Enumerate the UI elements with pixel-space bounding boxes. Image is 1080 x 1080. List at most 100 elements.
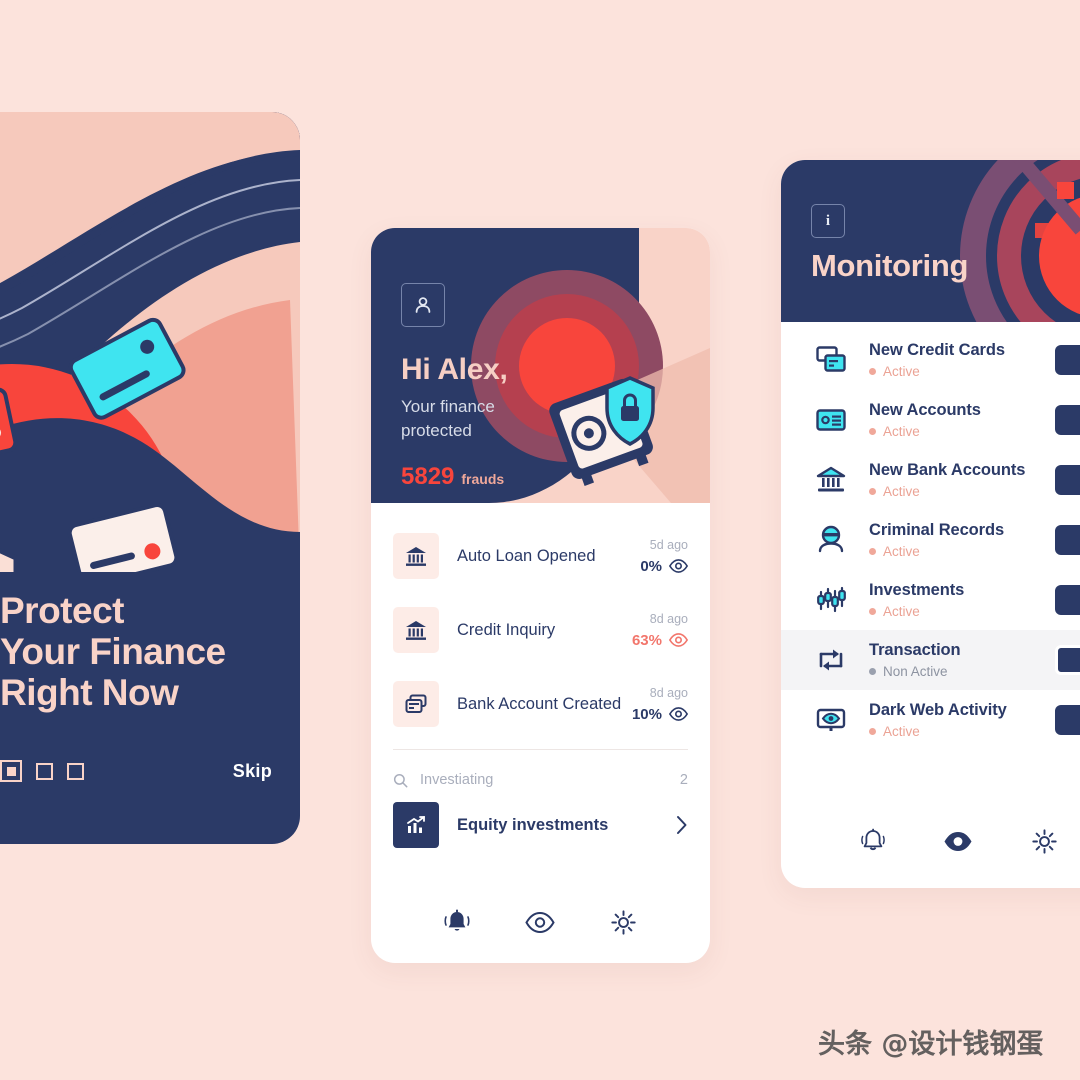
greeting-subtitle-line-1: Your finance xyxy=(401,397,495,416)
bell-icon xyxy=(861,828,885,851)
nav-item-settings[interactable] xyxy=(1031,828,1058,860)
activity-title: Bank Account Created xyxy=(457,694,622,713)
monitoring-row-text: Transaction Non Active xyxy=(869,641,1055,679)
greeting-text: Hi Alex, xyxy=(401,353,508,386)
monitoring-toggle[interactable] xyxy=(1055,465,1080,495)
status-label: Active xyxy=(883,364,920,379)
status-badge: Active xyxy=(869,364,1055,379)
status-badge: Active xyxy=(869,484,1055,499)
status-badge: Active xyxy=(869,424,1055,439)
home-screen: Hi Alex, Your finance protected 5829 fra… xyxy=(371,228,710,963)
status-dot xyxy=(869,728,876,735)
onboarding-title-line-2: Your Finance xyxy=(0,631,226,672)
onboarding-illustration xyxy=(0,112,300,572)
page-indicator-dot-3[interactable] xyxy=(67,762,84,780)
monitoring-row[interactable]: New Credit Cards Active xyxy=(781,330,1080,390)
monitoring-screen: i Monitoring New Credit Cards Active New… xyxy=(781,160,1080,888)
bell-icon xyxy=(444,909,470,931)
status-badge: Active xyxy=(869,604,1055,619)
monitoring-row[interactable]: New Bank Accounts Active xyxy=(781,450,1080,510)
investigating-label: Investiating xyxy=(420,772,494,788)
monitoring-toggle[interactable] xyxy=(1055,705,1080,735)
status-label: Active xyxy=(883,604,920,619)
equity-investments-label: Equity investments xyxy=(457,815,609,834)
monitoring-title: Monitoring xyxy=(811,248,969,283)
eye-icon xyxy=(944,831,972,851)
page-indicator-dot-1[interactable] xyxy=(0,760,22,782)
eye-icon[interactable] xyxy=(669,633,688,647)
equity-investments-row[interactable]: Equity investments xyxy=(371,792,710,858)
activity-row[interactable]: Bank Account Created 8d ago 10% xyxy=(393,667,688,741)
greeting-subtitle-line-2: protected xyxy=(401,421,472,440)
monitoring-toggle[interactable] xyxy=(1055,525,1080,555)
status-badge: Active xyxy=(869,544,1055,559)
monitoring-row-name: Dark Web Activity xyxy=(869,701,1007,719)
screenshot-canvas: Protect Your Finance Right Now Skip Hi A… xyxy=(0,0,1080,1080)
activity-meta: 8d ago 10% xyxy=(632,686,688,723)
monitoring-row-name: New Credit Cards xyxy=(869,341,1005,359)
id-card-icon xyxy=(811,405,851,435)
bank-icon xyxy=(393,607,439,653)
avatar-button[interactable] xyxy=(401,283,445,327)
monitoring-row-selected[interactable]: Transaction Non Active xyxy=(781,630,1080,690)
nav-item-alerts[interactable] xyxy=(444,908,470,941)
onboarding-title: Protect Your Finance Right Now xyxy=(0,590,226,713)
monitoring-row[interactable]: Dark Web Activity Active xyxy=(781,690,1080,750)
activity-percent: 0% xyxy=(640,557,662,575)
status-dot xyxy=(869,428,876,435)
activity-percent: 63% xyxy=(631,631,662,649)
status-dot xyxy=(869,488,876,495)
status-dot xyxy=(869,608,876,615)
activity-progress: 63% xyxy=(632,632,688,649)
criminal-person-icon xyxy=(811,525,851,555)
monitoring-row-text: New Bank Accounts Active xyxy=(869,461,1055,499)
page-indicator-dot-1-fill xyxy=(6,766,16,776)
page-indicator-dot-2[interactable] xyxy=(36,762,53,780)
monitoring-row-text: Criminal Records Active xyxy=(869,521,1055,559)
activity-percent: 10% xyxy=(631,705,662,723)
credit-cards-icon xyxy=(811,345,851,375)
status-dot xyxy=(869,668,876,675)
fraud-count-label: frauds xyxy=(461,471,505,487)
monitoring-row[interactable]: Investments Active xyxy=(781,570,1080,630)
nav-item-alerts[interactable] xyxy=(860,827,886,860)
bank-icon xyxy=(811,465,851,495)
monitor-eye-icon xyxy=(811,705,851,735)
activity-meta: 5d ago 0% xyxy=(640,538,688,575)
cards-icon xyxy=(393,681,439,727)
activity-list: Auto Loan Opened 5d ago 0% Credit Inquir… xyxy=(371,503,710,741)
monitoring-row-text: Investments Active xyxy=(869,581,1055,619)
monitoring-row[interactable]: Criminal Records Active xyxy=(781,510,1080,570)
nav-item-settings[interactable] xyxy=(610,909,637,941)
gear-icon xyxy=(1032,828,1057,854)
monitoring-row-name: New Bank Accounts xyxy=(869,461,1026,479)
monitoring-row-text: Dark Web Activity Active xyxy=(869,701,1055,739)
bank-icon xyxy=(393,533,439,579)
fraud-count: 5829 xyxy=(401,463,455,490)
transfer-arrows-icon xyxy=(811,645,851,675)
monitoring-row-name: Transaction xyxy=(869,641,961,659)
eye-icon[interactable] xyxy=(669,707,688,721)
monitoring-toggle[interactable] xyxy=(1055,405,1080,435)
info-button[interactable]: i xyxy=(811,204,845,238)
monitoring-row-name: New Accounts xyxy=(869,401,981,419)
onboarding-title-line-1: Protect xyxy=(0,590,124,631)
monitoring-toggle[interactable] xyxy=(1055,585,1080,615)
eye-icon xyxy=(525,911,555,933)
chevron-right-icon[interactable] xyxy=(676,815,688,835)
nav-item-monitoring[interactable] xyxy=(943,831,973,857)
monitoring-row-text: New Credit Cards Active xyxy=(869,341,1055,379)
status-label: Non Active xyxy=(883,664,948,679)
candlestick-chart-icon xyxy=(811,585,851,615)
monitoring-row[interactable]: New Accounts Active xyxy=(781,390,1080,450)
page-indicator[interactable] xyxy=(0,760,84,782)
search-icon xyxy=(393,773,408,787)
nav-item-monitoring[interactable] xyxy=(525,911,555,938)
eye-icon[interactable] xyxy=(669,559,688,573)
page-indicator-dot-2-fill xyxy=(41,768,48,774)
activity-row[interactable]: Auto Loan Opened 5d ago 0% xyxy=(393,519,688,593)
activity-row[interactable]: Credit Inquiry 8d ago 63% xyxy=(393,593,688,667)
skip-button[interactable]: Skip xyxy=(233,761,272,782)
monitoring-toggle[interactable] xyxy=(1055,345,1080,375)
monitoring-toggle[interactable] xyxy=(1055,645,1080,675)
